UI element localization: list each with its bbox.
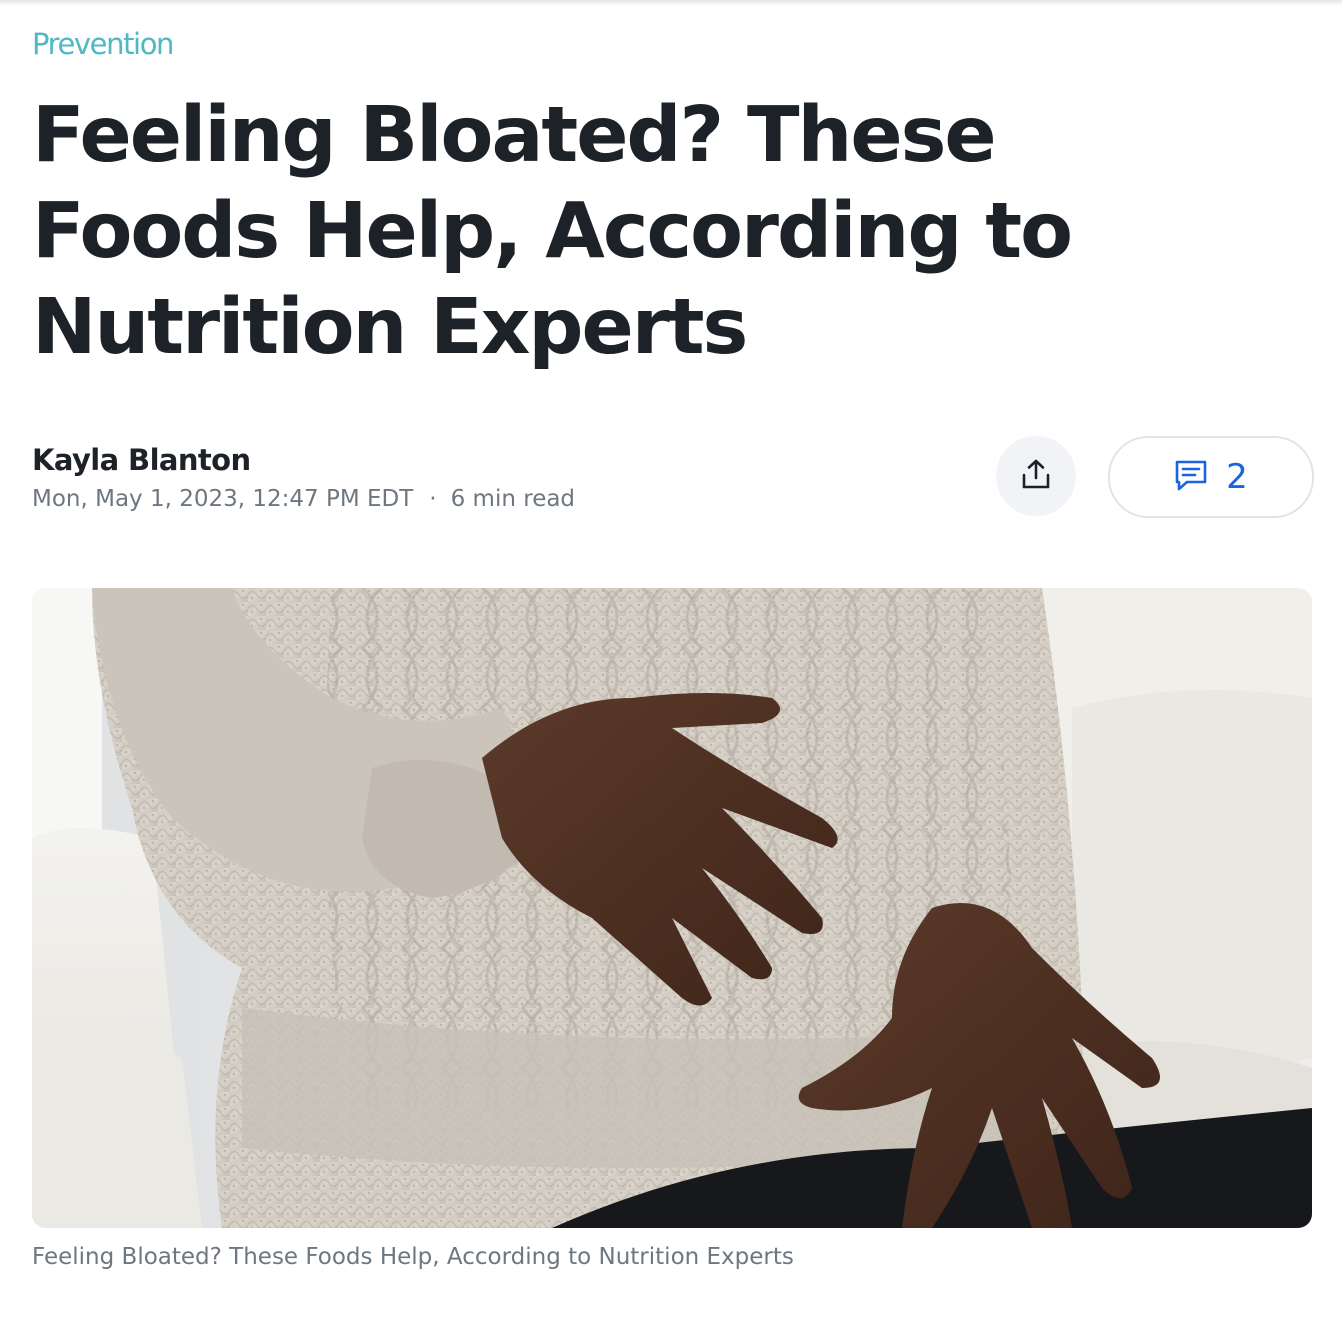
hero-image — [32, 588, 1312, 1228]
image-caption: Feeling Bloated? These Foods Help, Accor… — [32, 1244, 794, 1270]
author-name[interactable]: Kayla Blanton — [32, 438, 575, 482]
top-shadow — [0, 0, 1342, 6]
read-time: 6 min read — [450, 486, 576, 512]
share-upload-icon — [1021, 458, 1051, 495]
byline: Kayla Blanton Mon, May 1, 2023, 12:47 PM… — [32, 438, 575, 514]
article-meta: Mon, May 1, 2023, 12:47 PM EDT · 6 min rea… — [32, 484, 575, 514]
publish-date: Mon, May 1, 2023, 12:47 PM EDT — [32, 486, 414, 512]
article-page: Prevention Feeling Bloated? These Foods … — [0, 0, 1342, 1338]
publisher-logo[interactable]: Prevention — [32, 26, 174, 62]
comment-count: 2 — [1226, 457, 1248, 497]
comments-button[interactable]: 2 — [1108, 436, 1314, 518]
comment-bubble-icon — [1174, 458, 1208, 497]
article-headline: Feeling Bloated? These Foods Help, Accor… — [32, 91, 1073, 372]
share-button[interactable] — [996, 436, 1076, 516]
meta-separator: · — [429, 486, 437, 512]
